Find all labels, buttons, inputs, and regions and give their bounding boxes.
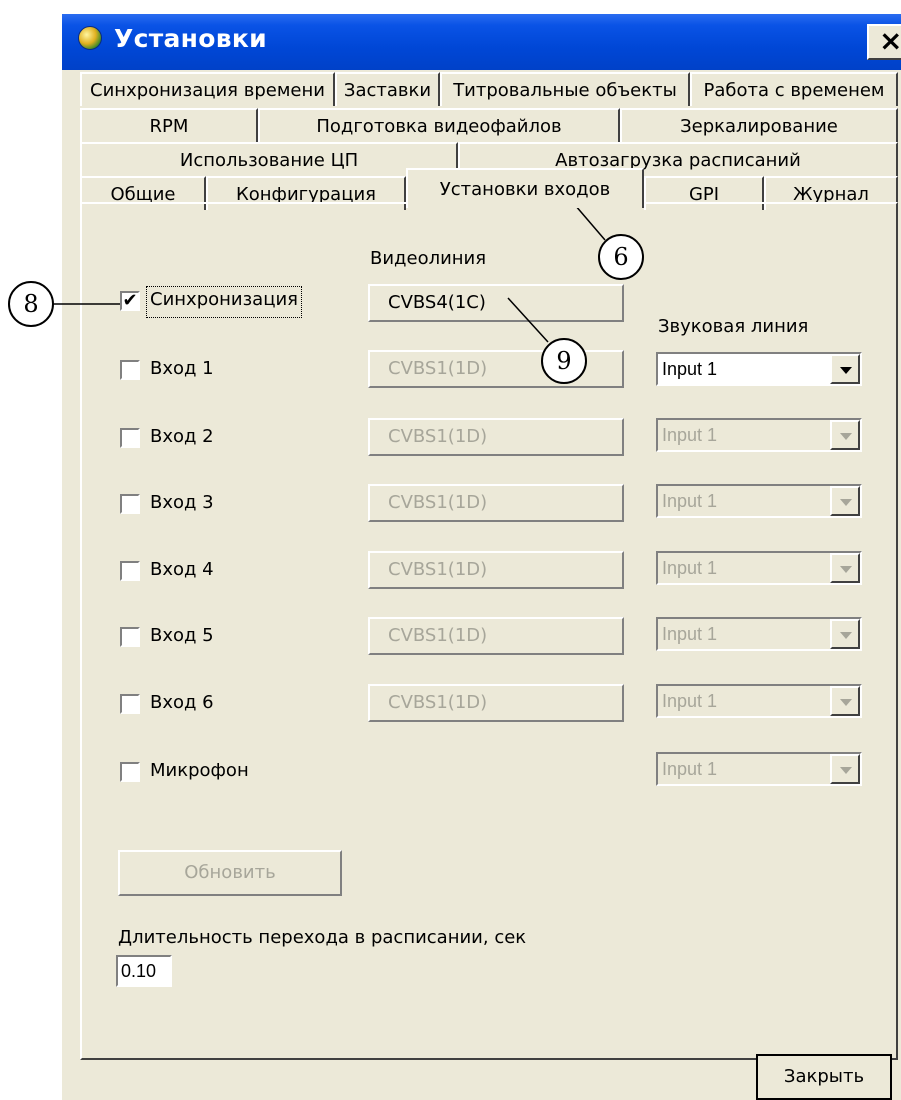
- sync-label: Синхронизация: [150, 289, 298, 310]
- input-3-audio-value: Input 1: [662, 491, 718, 511]
- microphone-audio-select[interactable]: Input 1: [656, 752, 862, 786]
- refresh-button[interactable]: Обновить: [118, 850, 342, 896]
- tab-mirroring[interactable]: Зеркалирование: [620, 108, 898, 142]
- sync-video-button[interactable]: CVBS4(1C): [368, 284, 624, 322]
- input-1-audio-value: Input 1: [662, 359, 718, 379]
- transition-duration-input[interactable]: 0.10: [116, 955, 172, 987]
- input-2-audio-value: Input 1: [662, 425, 718, 445]
- input-6-video-button[interactable]: CVBS1(1D): [368, 684, 624, 722]
- input-3-label: Вход 3: [150, 492, 214, 513]
- chevron-down-icon[interactable]: [830, 354, 860, 384]
- callout-9: 9: [541, 338, 587, 384]
- tab-time-work[interactable]: Работа с временем: [690, 72, 898, 106]
- chevron-down-icon[interactable]: [830, 553, 860, 583]
- input-5-label: Вход 5: [150, 625, 214, 646]
- input-5-checkbox[interactable]: [120, 627, 140, 647]
- input-3-video-button[interactable]: CVBS1(1D): [368, 484, 624, 522]
- chevron-down-icon[interactable]: [830, 486, 860, 516]
- tab-splash[interactable]: Заставки: [335, 72, 440, 106]
- input-4-audio-select[interactable]: Input 1: [656, 551, 862, 585]
- tab-video-prep[interactable]: Подготовка видеофайлов: [258, 108, 620, 142]
- callout-8: 8: [8, 281, 54, 327]
- input-6-checkbox[interactable]: [120, 694, 140, 714]
- input-6-audio-select[interactable]: Input 1: [656, 684, 862, 718]
- chevron-down-icon[interactable]: [830, 420, 860, 450]
- window-title: Установки: [114, 24, 267, 53]
- input-1-label: Вход 1: [150, 358, 214, 379]
- input-2-label: Вход 2: [150, 426, 214, 447]
- input-1-audio-select[interactable]: Input 1: [656, 352, 862, 386]
- microphone-checkbox[interactable]: [120, 762, 140, 782]
- video-line-header: Видеолиния: [370, 248, 487, 269]
- input-5-audio-value: Input 1: [662, 624, 718, 644]
- input-5-video-button[interactable]: CVBS1(1D): [368, 617, 624, 655]
- input-2-audio-select[interactable]: Input 1: [656, 418, 862, 452]
- chevron-down-icon[interactable]: [830, 619, 860, 649]
- tab-input-settings[interactable]: Установки входов: [406, 168, 644, 208]
- input-2-checkbox[interactable]: [120, 428, 140, 448]
- microphone-audio-value: Input 1: [662, 759, 718, 779]
- microphone-label: Микрофон: [150, 760, 249, 781]
- callout-6: 6: [598, 234, 644, 280]
- input-3-audio-select[interactable]: Input 1: [656, 484, 862, 518]
- audio-line-header: Звуковая линия: [658, 316, 809, 337]
- input-2-video-button[interactable]: CVBS1(1D): [368, 418, 624, 456]
- globe-icon: [78, 26, 102, 50]
- input-3-checkbox[interactable]: [120, 494, 140, 514]
- tab-title-objects[interactable]: Титровальные объекты: [440, 72, 690, 106]
- input-4-audio-value: Input 1: [662, 558, 718, 578]
- input-6-label: Вход 6: [150, 692, 214, 713]
- sync-checkbox[interactable]: ✔: [120, 291, 140, 311]
- close-button[interactable]: Закрыть: [756, 1054, 892, 1100]
- input-6-audio-value: Input 1: [662, 691, 718, 711]
- input-1-checkbox[interactable]: [120, 360, 140, 380]
- chevron-down-icon[interactable]: [830, 754, 860, 784]
- transition-duration-label: Длительность перехода в расписании, сек: [118, 927, 527, 948]
- close-window-button[interactable]: ×: [867, 24, 901, 60]
- input-5-audio-select[interactable]: Input 1: [656, 617, 862, 651]
- tab-rpm[interactable]: RPM: [80, 108, 258, 142]
- input-4-video-button[interactable]: CVBS1(1D): [368, 551, 624, 589]
- chevron-down-icon[interactable]: [830, 686, 860, 716]
- input-4-checkbox[interactable]: [120, 561, 140, 581]
- tab-time-sync[interactable]: Синхронизация времени: [80, 72, 335, 106]
- tab-cpu-usage[interactable]: Использование ЦП: [80, 142, 458, 176]
- input-4-label: Вход 4: [150, 559, 214, 580]
